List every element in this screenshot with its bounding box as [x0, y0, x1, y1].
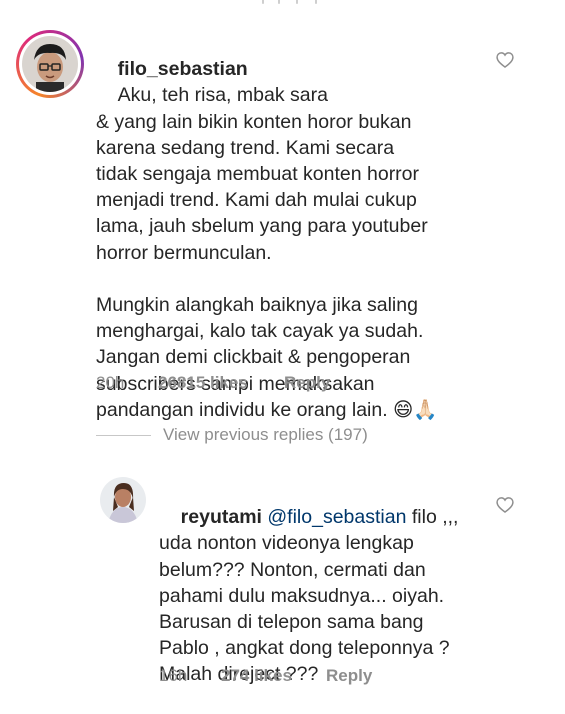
previous-item-edge	[0, 0, 565, 8]
view-previous-replies-label[interactable]: View previous replies (197)	[163, 425, 368, 445]
view-previous-replies[interactable]: View previous replies (197)	[96, 425, 368, 445]
reply-avatar-image	[100, 477, 146, 523]
reply-time: 16h	[159, 666, 188, 685]
reply-mention[interactable]: @filo_sebastian	[267, 506, 406, 528]
heart-outline-icon[interactable]	[495, 495, 515, 515]
comment-username[interactable]: filo_sebastian	[118, 58, 248, 80]
avatar[interactable]	[16, 30, 84, 98]
reply-avatar[interactable]	[100, 477, 146, 523]
comment-likes[interactable]: 26815 likes	[158, 373, 284, 393]
comment-body: Aku, teh risa, mbak sara & yang lain bik…	[96, 84, 438, 421]
reply-likes[interactable]: 274 likes	[221, 666, 326, 686]
reply-meta: 16h 274 likes Reply	[159, 666, 372, 686]
replies-divider-line	[96, 434, 151, 436]
avatar-image	[22, 36, 78, 92]
comment-time: 20h	[96, 373, 125, 392]
comment-meta: 20h 26815 likes Reply	[96, 373, 330, 393]
reply-body: filo ,,, uda nonton videonya lengkap bel…	[159, 506, 459, 686]
heart-outline-icon[interactable]	[495, 50, 515, 70]
reply-reply-button[interactable]: Reply	[326, 666, 372, 686]
reply-username[interactable]: reyutami	[181, 506, 262, 528]
reply-button[interactable]: Reply	[284, 373, 330, 393]
